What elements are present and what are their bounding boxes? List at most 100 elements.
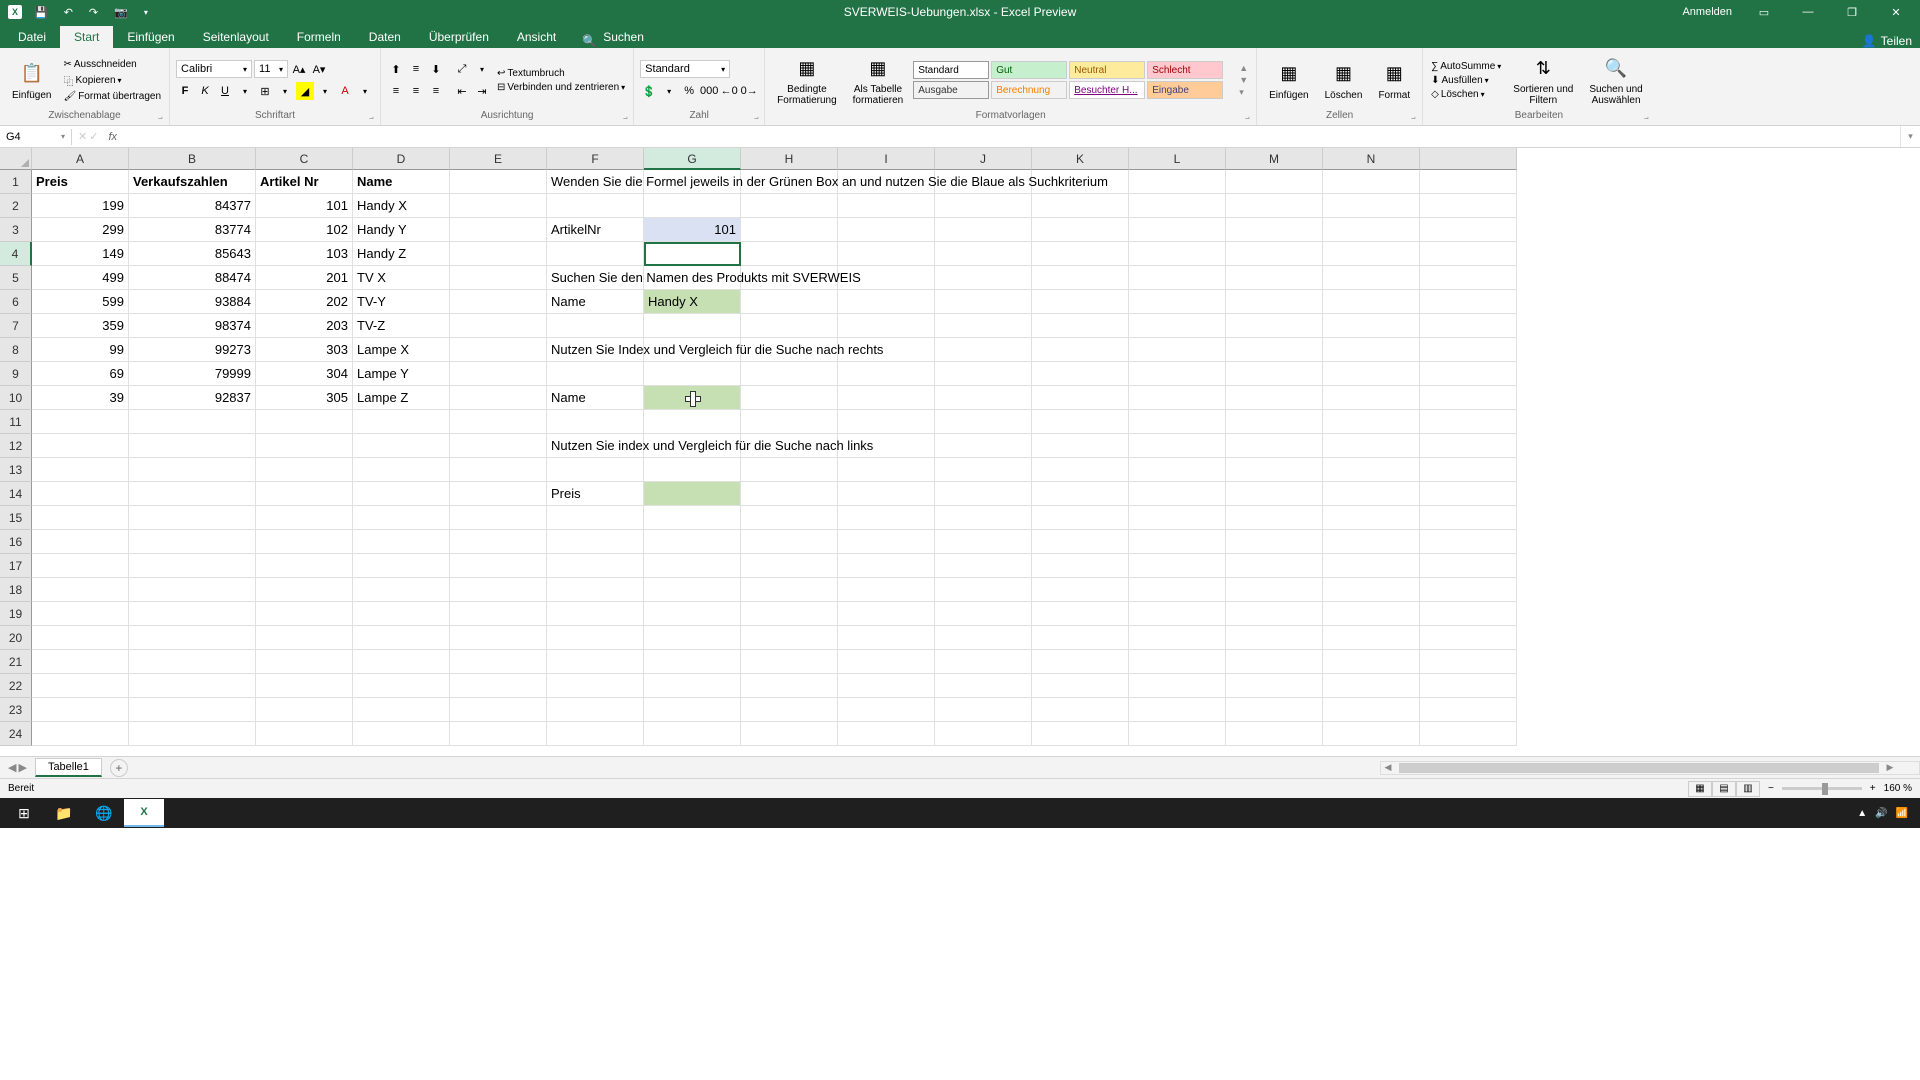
cell-F5[interactable]: Suchen Sie den Namen des Produkts mit SV… <box>547 266 644 290</box>
gallery-down-icon[interactable]: ▼ <box>1239 75 1248 85</box>
confirm-formula-icon[interactable]: ✓ <box>89 130 98 143</box>
cell-B3[interactable]: 83774 <box>129 218 256 242</box>
cell-J21[interactable] <box>935 650 1032 674</box>
cell-L9[interactable] <box>1129 362 1226 386</box>
cell-K6[interactable] <box>1032 290 1129 314</box>
row-header-17[interactable]: 17 <box>0 554 32 578</box>
cell-L2[interactable] <box>1129 194 1226 218</box>
cell-M21[interactable] <box>1226 650 1323 674</box>
cell-G19[interactable] <box>644 602 741 626</box>
cell-E9[interactable] <box>450 362 547 386</box>
row-header-2[interactable]: 2 <box>0 194 32 218</box>
orientation-dropdown[interactable]: ▾ <box>473 60 491 78</box>
cell-F19[interactable] <box>547 602 644 626</box>
cell-J22[interactable] <box>935 674 1032 698</box>
align-top-button[interactable]: ⬆ <box>387 60 405 78</box>
cell-B14[interactable] <box>129 482 256 506</box>
fill-dropdown[interactable]: ▾ <box>316 82 334 100</box>
row-header-5[interactable]: 5 <box>0 266 32 290</box>
cell-A10[interactable]: 39 <box>32 386 129 410</box>
cell-H10[interactable] <box>741 386 838 410</box>
cell-H15[interactable] <box>741 506 838 530</box>
cell-G21[interactable] <box>644 650 741 674</box>
cell-F1[interactable]: Wenden Sie die Formel jeweils in der Grü… <box>547 170 644 194</box>
cell-N2[interactable] <box>1323 194 1420 218</box>
cell-I3[interactable] <box>838 218 935 242</box>
cell-K15[interactable] <box>1032 506 1129 530</box>
sort-filter-button[interactable]: ⇅Sortieren und Filtern <box>1507 50 1579 110</box>
cell-H19[interactable] <box>741 602 838 626</box>
cell-I17[interactable] <box>838 554 935 578</box>
row-header-21[interactable]: 21 <box>0 650 32 674</box>
cell-K4[interactable] <box>1032 242 1129 266</box>
cell-K22[interactable] <box>1032 674 1129 698</box>
cell-E5[interactable] <box>450 266 547 290</box>
cell-G20[interactable] <box>644 626 741 650</box>
cell-H21[interactable] <box>741 650 838 674</box>
file-explorer-button[interactable]: 📁 <box>44 799 84 827</box>
cell-J6[interactable] <box>935 290 1032 314</box>
cell-I24[interactable] <box>838 722 935 746</box>
style-standard[interactable]: Standard <box>913 61 989 79</box>
cell-M16[interactable] <box>1226 530 1323 554</box>
zoom-slider[interactable] <box>1782 787 1862 790</box>
cell-I18[interactable] <box>838 578 935 602</box>
cell-J9[interactable] <box>935 362 1032 386</box>
quick-print-icon[interactable]: 📷 <box>110 4 132 21</box>
cell-B1[interactable]: Verkaufszahlen <box>129 170 256 194</box>
fill-button[interactable]: ⬇Ausfüllen▾ <box>1429 74 1503 87</box>
col-header-D[interactable]: D <box>353 148 450 170</box>
cell-H14[interactable] <box>741 482 838 506</box>
cell-D5[interactable]: TV X <box>353 266 450 290</box>
cell-C17[interactable] <box>256 554 353 578</box>
cell-M3[interactable] <box>1226 218 1323 242</box>
align-middle-button[interactable]: ≡ <box>407 60 425 78</box>
cell-D7[interactable]: TV-Z <box>353 314 450 338</box>
cell-K9[interactable] <box>1032 362 1129 386</box>
cell-I9[interactable] <box>838 362 935 386</box>
cell-L7[interactable] <box>1129 314 1226 338</box>
cell-C22[interactable] <box>256 674 353 698</box>
cell-A5[interactable]: 499 <box>32 266 129 290</box>
cell-K5[interactable] <box>1032 266 1129 290</box>
cell-K16[interactable] <box>1032 530 1129 554</box>
col-header-N[interactable]: N <box>1323 148 1420 170</box>
font-size-select[interactable]: 11▾ <box>254 60 288 78</box>
cell-E24[interactable] <box>450 722 547 746</box>
cell-F13[interactable] <box>547 458 644 482</box>
cell-M20[interactable] <box>1226 626 1323 650</box>
cell-C4[interactable]: 103 <box>256 242 353 266</box>
cell-N11[interactable] <box>1323 410 1420 434</box>
cell-D16[interactable] <box>353 530 450 554</box>
cell-I6[interactable] <box>838 290 935 314</box>
cell-K21[interactable] <box>1032 650 1129 674</box>
cell-H17[interactable] <box>741 554 838 578</box>
col-header-B[interactable]: B <box>129 148 256 170</box>
cell-E7[interactable] <box>450 314 547 338</box>
underline-dropdown[interactable]: ▾ <box>236 82 254 100</box>
cell-G14[interactable] <box>644 482 741 506</box>
cell-B6[interactable]: 93884 <box>129 290 256 314</box>
clear-button[interactable]: ◇Löschen▾ <box>1429 88 1503 101</box>
fx-icon[interactable]: fx <box>104 131 121 143</box>
cell-D20[interactable] <box>353 626 450 650</box>
cell-E19[interactable] <box>450 602 547 626</box>
col-header-J[interactable]: J <box>935 148 1032 170</box>
row-header-6[interactable]: 6 <box>0 290 32 314</box>
decrease-indent-button[interactable]: ⇤ <box>453 82 471 100</box>
row-header-7[interactable]: 7 <box>0 314 32 338</box>
cell-M1[interactable] <box>1226 170 1323 194</box>
cell-L19[interactable] <box>1129 602 1226 626</box>
cell-H9[interactable] <box>741 362 838 386</box>
cell-D10[interactable]: Lampe Z <box>353 386 450 410</box>
fontcolor-dropdown[interactable]: ▾ <box>356 82 374 100</box>
cell-L3[interactable] <box>1129 218 1226 242</box>
cell-N1[interactable] <box>1323 170 1420 194</box>
tab-daten[interactable]: Daten <box>355 26 415 48</box>
cell-M22[interactable] <box>1226 674 1323 698</box>
increase-font-button[interactable]: A▴ <box>290 60 308 78</box>
cell-D6[interactable]: TV-Y <box>353 290 450 314</box>
cell-N15[interactable] <box>1323 506 1420 530</box>
row-header-9[interactable]: 9 <box>0 362 32 386</box>
style-besucht[interactable]: Besuchter H... <box>1069 81 1145 99</box>
